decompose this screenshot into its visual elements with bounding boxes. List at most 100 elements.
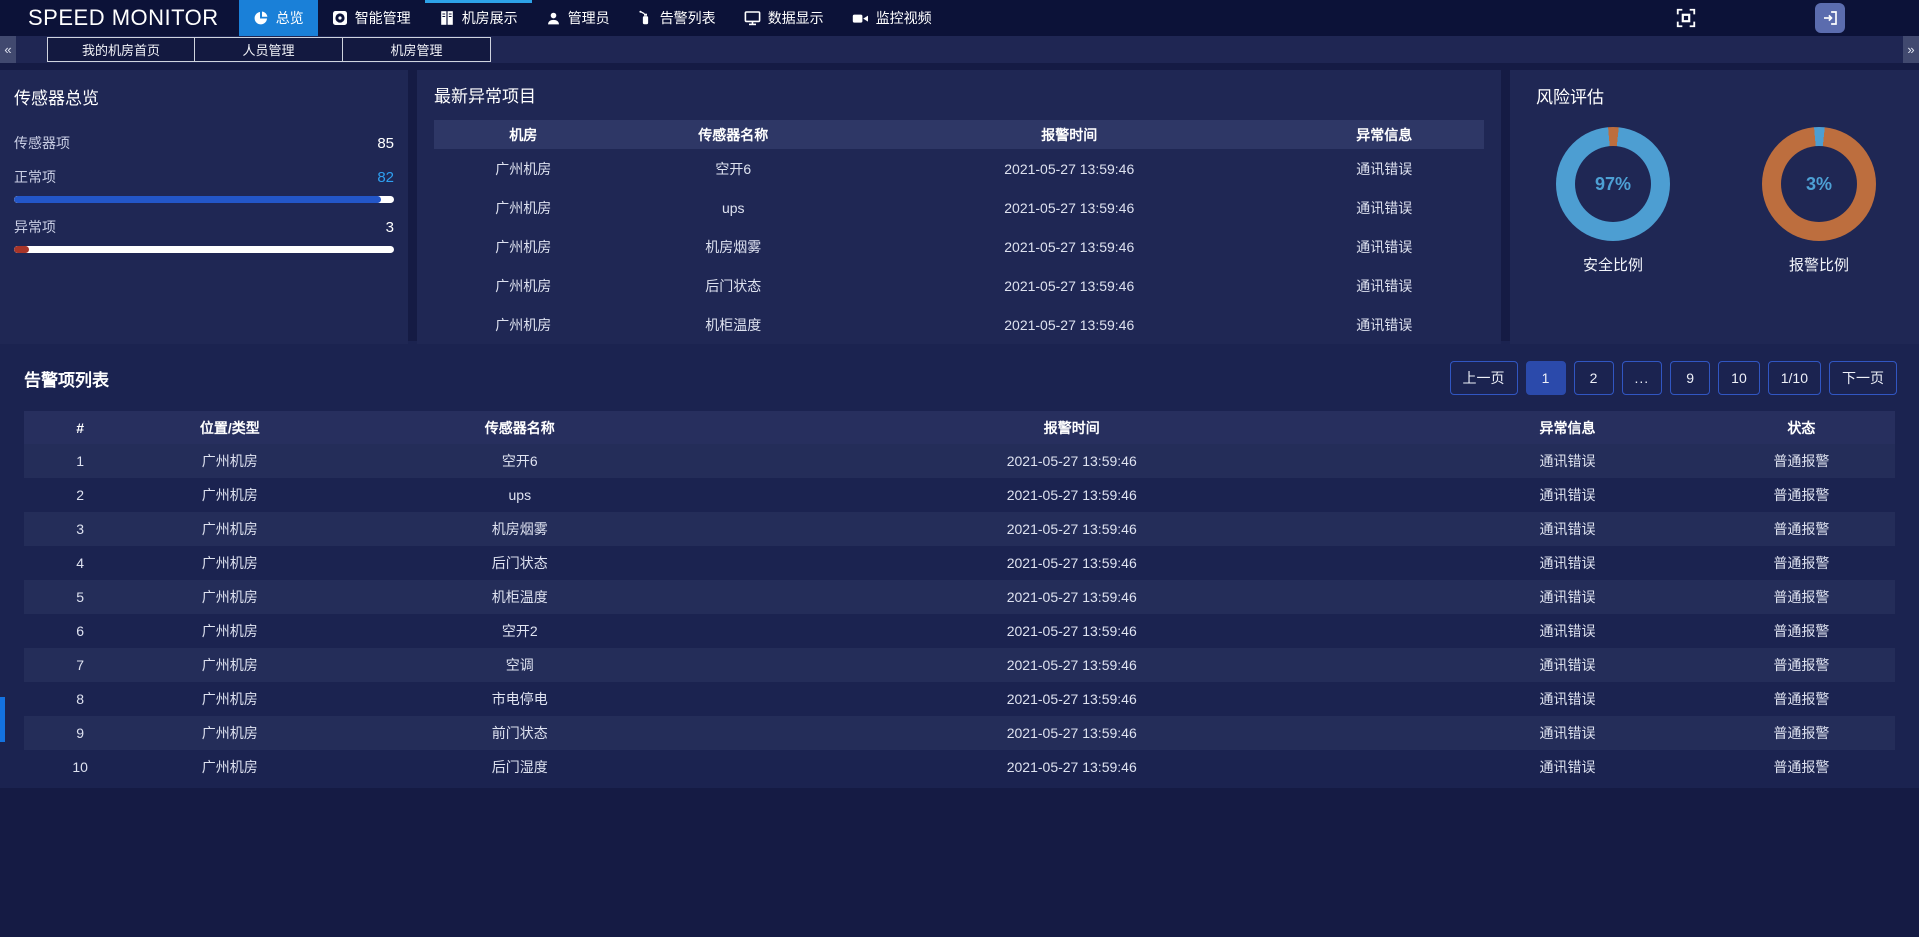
pagination-page-9-button[interactable]: 9 [1670,361,1710,395]
nav-item-label: 机房展示 [462,8,518,28]
nav-item-label: 智能管理 [355,8,411,28]
table-cell: 广州机房 [136,451,323,471]
table-cell: 广州机房 [136,485,323,505]
table-cell: 普通报警 [1708,519,1895,539]
table-cell: 普通报警 [1708,621,1895,641]
open-tabs: 我的机房首页人员管理机房管理 [47,37,491,62]
nav-item-智能管理[interactable]: 智能管理 [318,0,425,36]
sensor-total-row: 传感器项 85 [14,133,394,153]
table-row: 10广州机房后门湿度2021-05-27 13:59:46通讯错误普通报警 [24,750,1895,784]
donut-chart: 3% [1762,127,1876,241]
chart-label: 安全比例 [1583,254,1643,275]
table-cell: 广州机房 [434,276,613,296]
panel-title: 风险评估 [1510,83,1919,108]
pagination-next-button[interactable]: 下一页 [1829,361,1897,395]
table-cell: 2021-05-27 13:59:46 [716,623,1427,639]
sensor-total-value: 85 [377,135,394,152]
nav-item-label: 管理员 [568,8,610,28]
pagination: 上一页12...9101/10下一页 [1450,361,1898,395]
table-cell: 通讯错误 [1427,757,1708,777]
pagination-ellipsis-button[interactable]: ... [1622,361,1663,395]
user-icon [546,11,561,26]
tab-人员管理[interactable]: 人员管理 [195,37,343,62]
alarm-list-panel: 告警项列表 上一页12...9101/10下一页 #位置/类型传感器名称报警时间… [0,341,1919,788]
table-row: 5广州机房机柜温度2021-05-27 13:59:46通讯错误普通报警 [24,580,1895,614]
main-nav: 总览 智能管理 机房展示 管理员告警列表数据显示监控视频 [239,0,946,36]
column-header: 位置/类型 [136,418,323,438]
logout-button[interactable] [1815,3,1845,33]
table-cell: 2021-05-27 13:59:46 [854,161,1285,177]
sensor-normal-value: 82 [377,169,394,186]
main-content: 传感器总览 传感器项 85 正常项 82 异常项 3 最新异常项目 机房传感器名… [0,70,1919,788]
table-cell: 2021-05-27 13:59:46 [716,453,1427,469]
nav-item-监控视频[interactable]: 监控视频 [838,0,946,36]
table-row: 6广州机房空开22021-05-27 13:59:46通讯错误普通报警 [24,614,1895,648]
table-cell: 空开6 [323,451,716,471]
column-header: 报警时间 [854,125,1285,145]
pagination-page-10-button[interactable]: 10 [1718,361,1760,395]
table-cell: 2021-05-27 13:59:46 [716,589,1427,605]
tabs-scroll-right-icon[interactable]: » [1903,36,1919,63]
top-panels: 传感器总览 传感器项 85 正常项 82 异常项 3 最新异常项目 机房传感器名… [0,70,1919,333]
nav-item-总览[interactable]: 总览 [239,0,318,36]
tab-机房管理[interactable]: 机房管理 [343,37,491,62]
pagination-page-1-button[interactable]: 1 [1526,361,1566,395]
table-row: 7广州机房空调2021-05-27 13:59:46通讯错误普通报警 [24,648,1895,682]
table-cell: 后门状态 [323,553,716,573]
table-cell: 机柜温度 [613,315,855,335]
fullscreen-icon[interactable] [1675,7,1697,29]
table-cell: 空调 [323,655,716,675]
table-row: 3广州机房机房烟雾2021-05-27 13:59:46通讯错误普通报警 [24,512,1895,546]
nav-item-管理员[interactable]: 管理员 [532,0,624,36]
table-cell: 通讯错误 [1285,315,1485,335]
pagination-info-button[interactable]: 1/10 [1768,361,1821,395]
table-cell: 2021-05-27 13:59:46 [716,657,1427,673]
donut-center-value: 3% [1806,174,1832,195]
normal-progress-fill [14,196,381,203]
table-cell: 机房烟雾 [323,519,716,539]
pagination-page-2-button[interactable]: 2 [1574,361,1614,395]
risk-chart: 97%安全比例 [1556,127,1670,275]
table-cell: 市电停电 [323,689,716,709]
table-cell: 广州机房 [136,689,323,709]
table-cell: 2021-05-27 13:59:46 [716,487,1427,503]
risk-charts: 97%安全比例 3%报警比例 [1510,127,1919,275]
table-cell: 通讯错误 [1427,587,1708,607]
pagination-prev-button[interactable]: 上一页 [1450,361,1518,395]
column-header: 状态 [1708,418,1895,438]
table-row: 广州机房机房烟雾2021-05-27 13:59:46通讯错误 [434,227,1484,266]
table-cell: 广州机房 [434,237,613,257]
table-cell: 通讯错误 [1285,276,1485,296]
sensor-abnormal-value: 3 [386,219,394,236]
table-cell: 7 [24,657,136,673]
panel-title: 传感器总览 [14,84,394,109]
table-cell: 通讯错误 [1427,451,1708,471]
alarm-list-header: 告警项列表 上一页12...9101/10下一页 [0,341,1919,395]
monitor-icon [744,10,761,26]
table-cell: 2021-05-27 13:59:46 [716,555,1427,571]
table-header-row: #位置/类型传感器名称报警时间异常信息状态 [24,411,1895,444]
nav-item-数据显示[interactable]: 数据显示 [730,0,838,36]
table-cell: 8 [24,691,136,707]
table-row: 广州机房后门状态2021-05-27 13:59:46通讯错误 [434,266,1484,305]
tabs-scroll-left-icon[interactable]: « [0,36,16,63]
panel-title: 告警项列表 [24,366,109,391]
tab-我的机房首页[interactable]: 我的机房首页 [47,37,195,62]
table-cell: 普通报警 [1708,485,1895,505]
table-row: 9广州机房前门状态2021-05-27 13:59:46通讯错误普通报警 [24,716,1895,750]
app-logo: SPEED MONITOR [28,5,219,31]
nav-item-机房展示[interactable]: 机房展示 [425,0,532,36]
top-navbar: SPEED MONITOR 总览 智能管理 机房展示 管理员告警列表数据显示监控视频 [0,0,1919,36]
table-cell: 机房烟雾 [613,237,855,257]
risk-chart: 3%报警比例 [1762,127,1876,275]
table-cell: 5 [24,589,136,605]
table-cell: 通讯错误 [1285,237,1485,257]
camera-icon [852,11,869,26]
table-cell: 2021-05-27 13:59:46 [854,317,1285,333]
nav-item-告警列表[interactable]: 告警列表 [624,0,730,36]
table-cell: 2021-05-27 13:59:46 [716,759,1427,775]
table-cell: 通讯错误 [1427,485,1708,505]
table-cell: 4 [24,555,136,571]
table-cell: 空开2 [323,621,716,641]
sensor-abnormal-label: 异常项 [14,217,56,237]
